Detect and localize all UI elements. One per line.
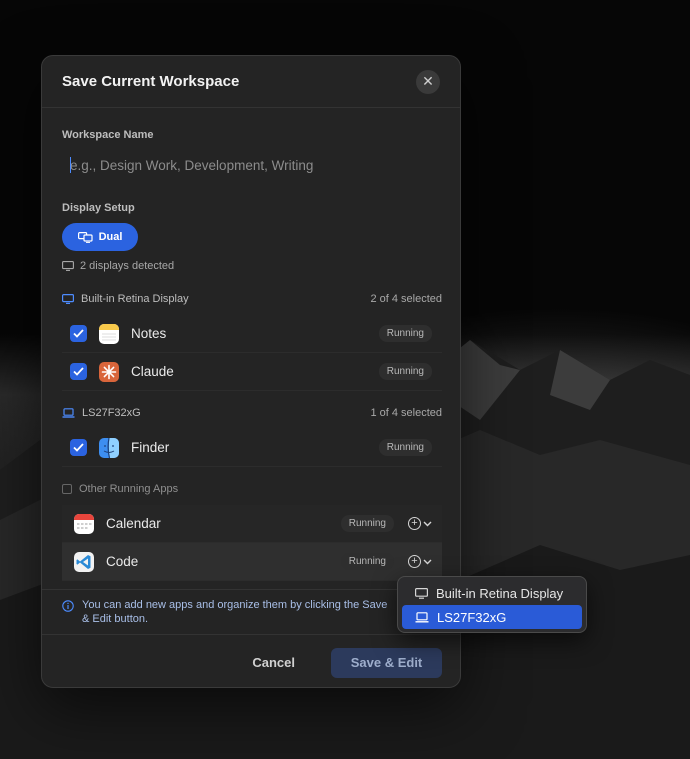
checkbox-icon[interactable] (70, 325, 87, 342)
status-badge: Running (378, 363, 432, 380)
finder-icon (99, 437, 119, 458)
chevron-down-icon (423, 559, 432, 564)
laptop-icon (62, 408, 75, 418)
dual-display-button[interactable]: Dual (62, 223, 138, 251)
menu-item-ls27f32xg[interactable]: LS27F32xG (402, 605, 582, 629)
status-badge: Running (340, 553, 394, 570)
display-setup-label: Display Setup (62, 202, 135, 214)
app-row-calendar[interactable]: Calendar Running + (62, 505, 442, 543)
other-apps-checkbox[interactable] (62, 484, 72, 494)
plus-circle-icon: + (408, 517, 421, 530)
monitor-icon (62, 261, 74, 271)
menu-item-built-in-display[interactable]: Built-in Retina Display (402, 581, 582, 605)
dialog-header: Save Current Workspace ✕ (42, 56, 460, 108)
cancel-button[interactable]: Cancel (234, 649, 313, 676)
dual-monitor-icon (77, 231, 93, 243)
status-badge: Running (378, 439, 432, 456)
dialog-footer: Cancel Save & Edit (42, 636, 460, 687)
info-icon (62, 600, 74, 612)
displays-detected: 2 displays detected (62, 260, 174, 272)
selected-count: 1 of 4 selected (370, 407, 442, 419)
other-apps-list: Calendar Running + Code Running + (62, 505, 442, 581)
app-row-notes[interactable]: Notes Running (62, 315, 442, 353)
selected-count: 2 of 4 selected (370, 293, 442, 305)
display-app-list: Finder Running (62, 429, 442, 467)
displays-detected-text: 2 displays detected (80, 260, 175, 272)
display-section-header: Built-in Retina Display 2 of 4 selected (62, 293, 442, 305)
notes-icon (99, 323, 119, 344)
close-icon[interactable]: ✕ (416, 69, 440, 94)
dual-button-label: Dual (98, 231, 123, 243)
menu-item-label: Built-in Retina Display (436, 585, 564, 601)
calendar-icon (74, 513, 94, 534)
display-section-header: LS27F32xG 1 of 4 selected (62, 407, 442, 419)
app-name: Code (106, 554, 139, 569)
app-name: Calendar (106, 516, 161, 531)
display-name: LS27F32xG (82, 407, 141, 419)
workspace-name-label: Workspace Name (62, 129, 154, 141)
status-badge: Running (378, 325, 432, 342)
status-badge: Running (340, 515, 394, 532)
app-row-finder[interactable]: Finder Running (62, 429, 442, 467)
display-name: Built-in Retina Display (81, 293, 189, 305)
add-to-display-button[interactable]: + (408, 555, 432, 568)
workspace-name-input[interactable] (62, 148, 442, 182)
vscode-icon (74, 551, 94, 572)
monitor-icon (415, 587, 428, 599)
checkbox-icon[interactable] (70, 439, 87, 456)
app-name: Notes (131, 326, 167, 341)
monitor-icon (62, 294, 74, 304)
menu-item-label: LS27F32xG (437, 609, 507, 625)
app-name: Claude (131, 364, 174, 379)
save-and-edit-button[interactable]: Save & Edit (331, 647, 442, 678)
other-apps-label: Other Running Apps (79, 483, 179, 495)
app-name: Finder (131, 440, 170, 455)
info-text: You can add new apps and organize them b… (82, 599, 388, 625)
dialog-title: Save Current Workspace (62, 73, 240, 90)
other-apps-header: Other Running Apps (62, 483, 442, 495)
claude-icon (99, 361, 119, 382)
display-app-list: Notes Running Claude Running (62, 315, 442, 391)
plus-circle-icon: + (408, 555, 421, 568)
checkbox-icon[interactable] (70, 363, 87, 380)
add-to-display-button[interactable]: + (408, 517, 432, 530)
app-row-code[interactable]: Code Running + (62, 543, 442, 581)
text-caret (70, 157, 71, 173)
laptop-icon (415, 611, 429, 623)
app-row-claude[interactable]: Claude Running (62, 353, 442, 391)
chevron-down-icon (423, 521, 432, 526)
display-picker-menu: Built-in Retina Display LS27F32xG (397, 576, 587, 633)
